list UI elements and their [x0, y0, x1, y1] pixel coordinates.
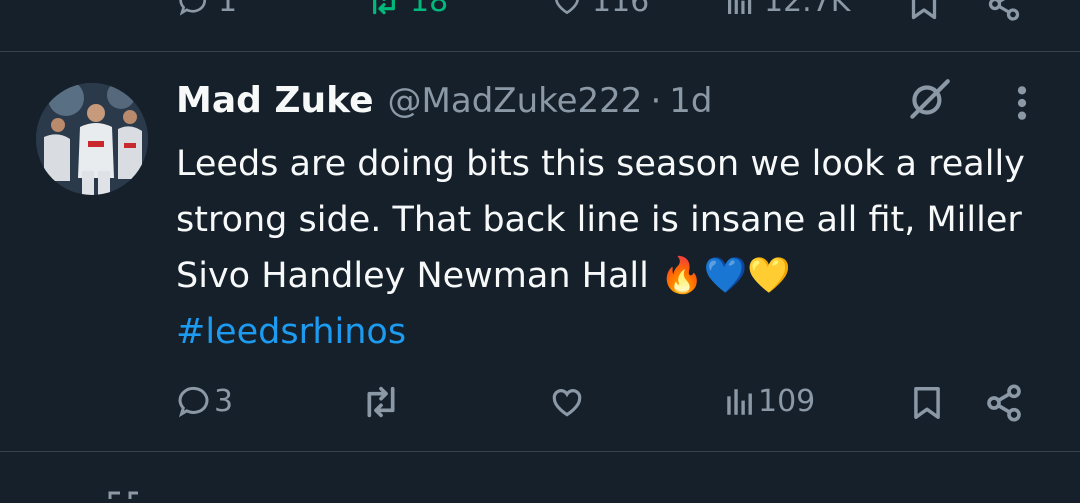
tweet-timestamp[interactable]: 1d — [669, 81, 712, 121]
prev-like-button[interactable]: 116 — [548, 0, 649, 18]
like-icon — [552, 389, 582, 417]
prev-share-button[interactable] — [984, 0, 1024, 22]
tweet-header: Mad Zuke @MadZuke222 · 1d — [176, 80, 712, 121]
prev-bookmark-button[interactable] — [906, 0, 942, 22]
hashtag-link[interactable]: #leedsrhinos — [176, 312, 406, 352]
more-options-button[interactable] — [1014, 84, 1030, 122]
bookmark-icon — [911, 0, 937, 20]
bookmark-button[interactable] — [908, 383, 946, 423]
next-row-fragment — [104, 484, 144, 499]
like-icon — [555, 0, 579, 15]
tweet-body: Leeds are doing bits this season we look… — [176, 136, 1056, 360]
reply-icon — [179, 0, 206, 16]
author-name[interactable]: Mad Zuke — [176, 80, 374, 121]
prev-reply-count: 1 — [218, 0, 238, 19]
grok-icon — [910, 79, 950, 119]
prev-repost-count: 18 — [410, 0, 449, 19]
tweet-text: Leeds are doing bits this season we look… — [176, 144, 1025, 296]
tweet-divider-bottom — [0, 451, 1080, 452]
repost-button[interactable] — [358, 382, 410, 422]
author-handle[interactable]: @MadZuke222 — [388, 81, 643, 121]
repost-icon — [108, 491, 138, 499]
views-button[interactable]: 109 — [722, 385, 815, 419]
reply-button[interactable]: 3 — [176, 384, 233, 420]
bookmark-icon — [914, 387, 940, 419]
separator-dot: · — [650, 81, 662, 121]
views-icon — [727, 389, 752, 415]
reply-count: 3 — [214, 384, 234, 419]
repost-icon — [367, 386, 395, 418]
prev-views-button[interactable]: 12.7K — [722, 0, 850, 18]
more-options-icon — [1017, 86, 1027, 120]
prev-reply-button[interactable]: 1 — [176, 0, 237, 18]
views-count: 109 — [758, 384, 816, 419]
prev-repost-button[interactable]: 18 — [364, 0, 448, 18]
avatar-photo — [36, 83, 148, 195]
share-icon — [987, 384, 1021, 422]
prev-views-count: 12.7K — [764, 0, 851, 19]
avatar[interactable] — [36, 83, 148, 195]
share-button[interactable] — [984, 383, 1024, 423]
tweet-divider-top — [0, 51, 1080, 52]
like-button[interactable] — [546, 383, 594, 421]
views-icon — [728, 0, 752, 14]
grok-button[interactable] — [904, 75, 954, 125]
repost-icon — [373, 0, 395, 15]
reply-icon — [178, 386, 209, 418]
prev-like-count: 116 — [592, 0, 650, 19]
share-icon — [988, 0, 1020, 21]
